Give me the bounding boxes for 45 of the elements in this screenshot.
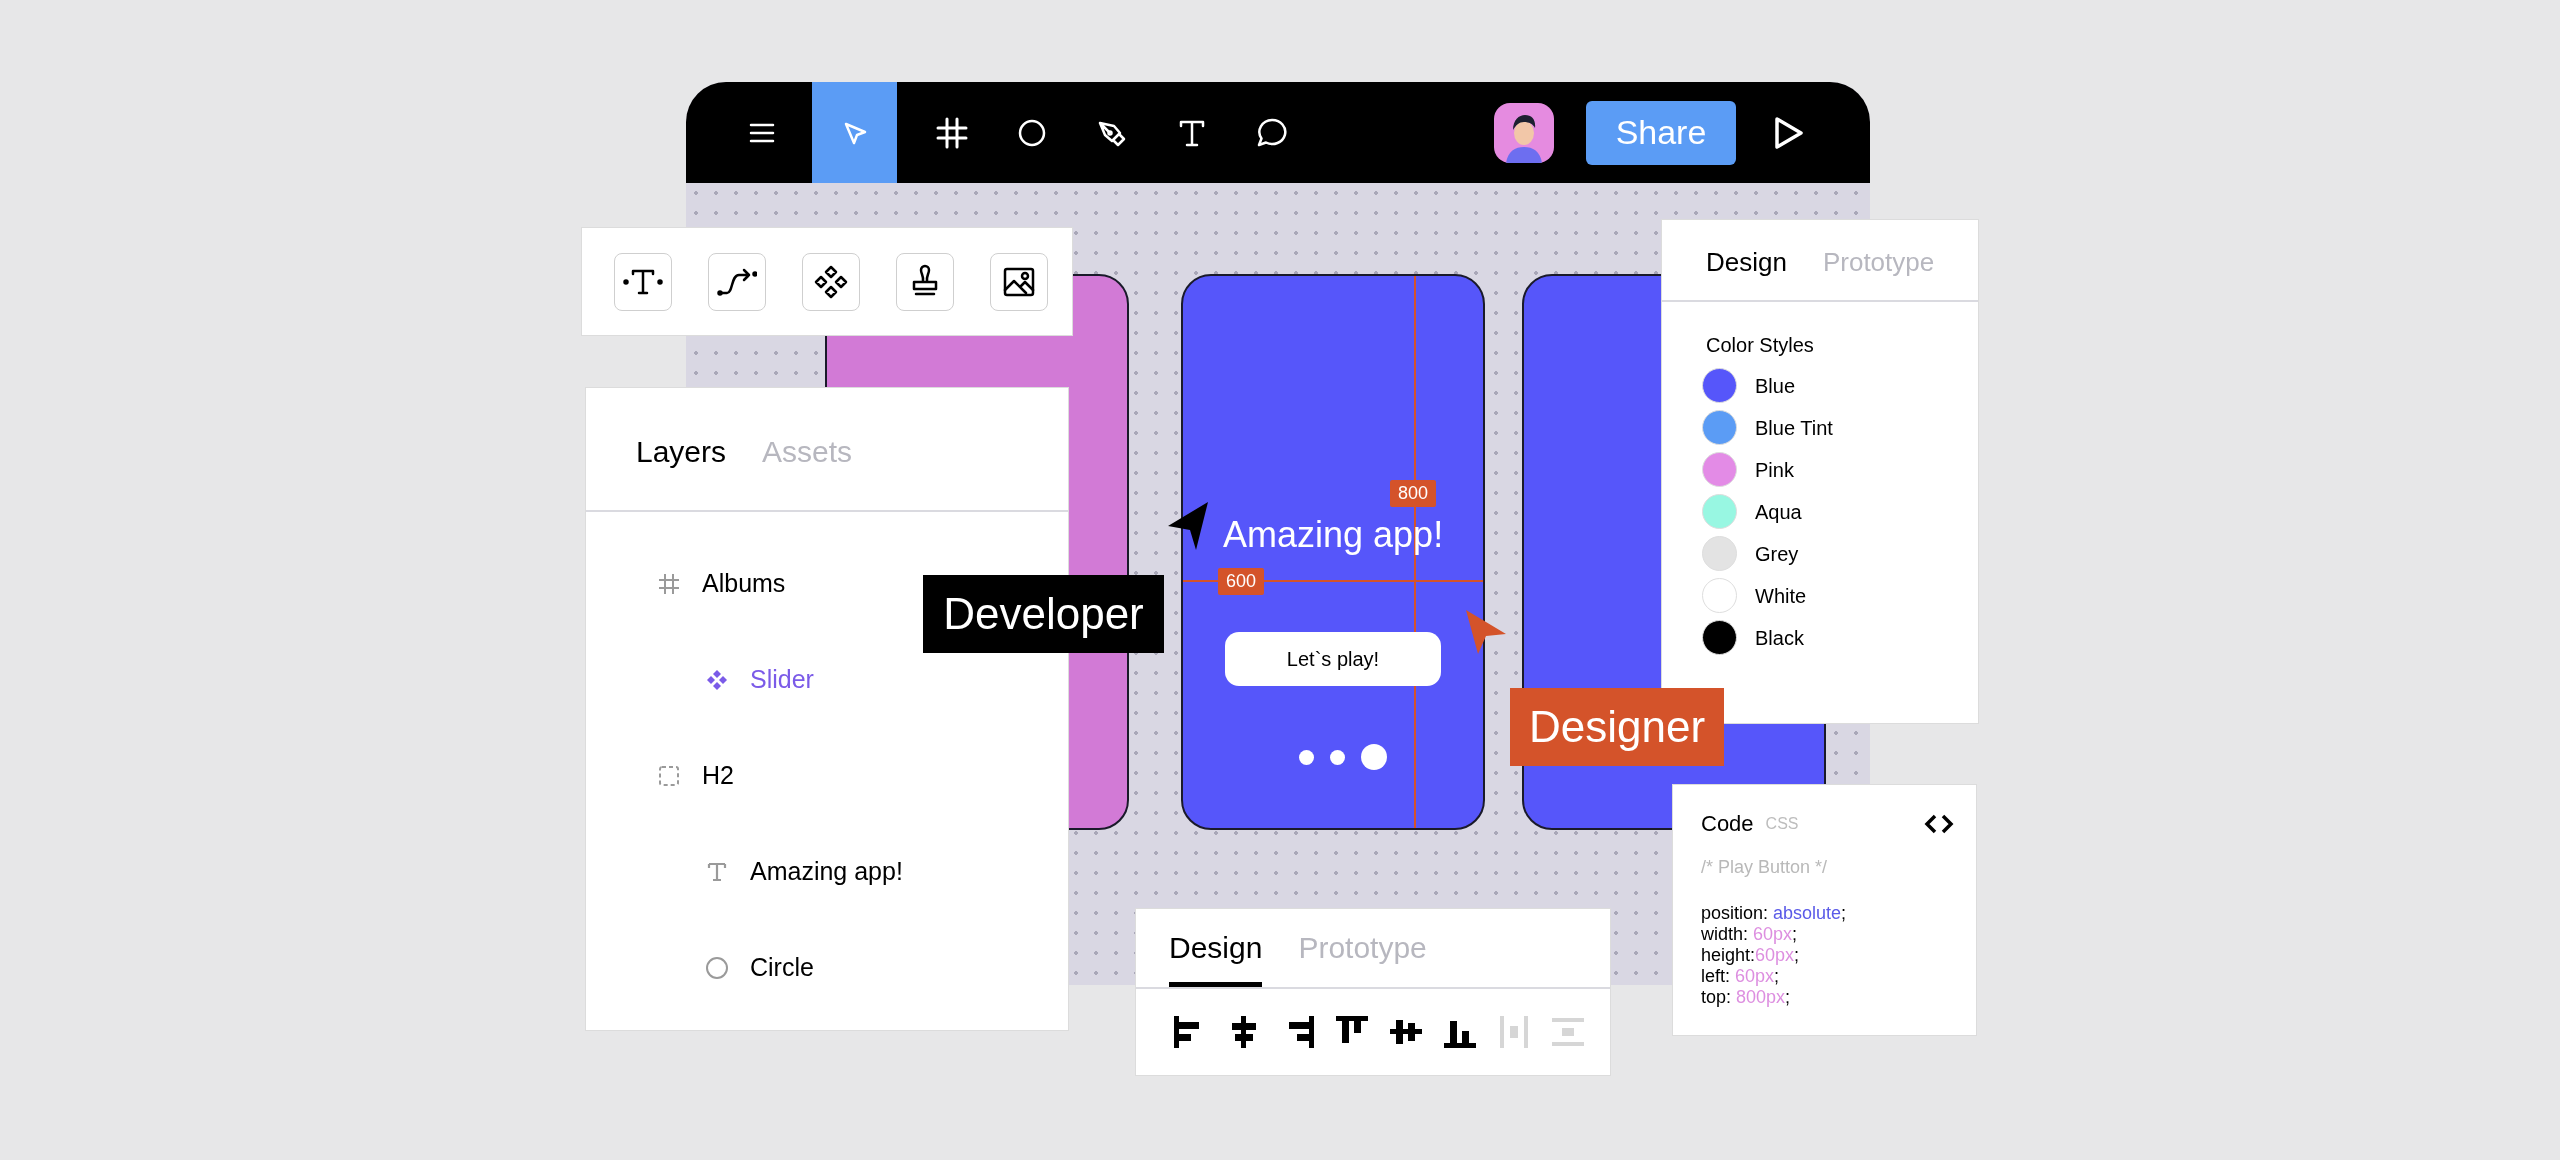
- circle-icon: [704, 955, 730, 981]
- layer-name[interactable]: Albums: [702, 565, 786, 603]
- color-swatch[interactable]: [1702, 368, 1737, 403]
- color-style-name: Grey: [1755, 541, 1799, 567]
- color-swatch[interactable]: [1702, 578, 1737, 613]
- tool-button[interactable]: [614, 252, 672, 311]
- code-line: width: 60px;: [1701, 924, 1799, 945]
- color-swatch[interactable]: [1702, 494, 1737, 529]
- color-style-name: Blue Tint: [1755, 415, 1833, 441]
- tool-button[interactable]: [802, 252, 860, 311]
- collaborator-label: Designer: [1510, 688, 1724, 766]
- measure-label: 600: [1218, 568, 1265, 595]
- color-swatch[interactable]: [1702, 536, 1737, 571]
- color-style-name: Blue: [1755, 373, 1796, 399]
- play-button[interactable]: Let`s play!: [1225, 632, 1441, 686]
- panel-tab[interactable]: Layers: [636, 429, 727, 474]
- language-label: CSS: [1765, 813, 1799, 834]
- code-line: height:60px;: [1701, 945, 1801, 966]
- dashed-square-icon: [656, 763, 682, 789]
- hash-icon: [656, 571, 682, 597]
- panel-tab[interactable]: Design: [1169, 925, 1263, 987]
- tool-button[interactable]: [708, 252, 766, 311]
- layer-name[interactable]: Amazing app!: [750, 853, 903, 891]
- measure-label: 800: [1390, 480, 1437, 507]
- panel-tab[interactable]: Design: [1706, 243, 1787, 282]
- color-swatch[interactable]: [1702, 452, 1737, 487]
- code-comment: /* Play Button */: [1701, 856, 1829, 879]
- color-style-name: Pink: [1755, 457, 1794, 483]
- color-swatch[interactable]: [1702, 410, 1737, 445]
- layer-name[interactable]: Slider: [750, 661, 814, 699]
- tool-button[interactable]: [896, 252, 954, 311]
- avatar[interactable]: [1494, 102, 1554, 163]
- layer-name[interactable]: H2: [702, 757, 734, 795]
- tool-button[interactable]: [990, 252, 1048, 311]
- code-line: left: 60px;: [1701, 966, 1781, 987]
- color-style-name: Aqua: [1755, 499, 1802, 525]
- panel-title: Code: [1701, 810, 1754, 838]
- collaborator-label: Developer: [923, 575, 1164, 653]
- color-style-name: Black: [1755, 625, 1804, 651]
- code-line: position: absolute;: [1701, 903, 1848, 924]
- layer-name[interactable]: Circle: [750, 949, 814, 987]
- section-title: Color Styles: [1706, 333, 1815, 358]
- code-line: top: 800px;: [1701, 987, 1792, 1008]
- color-swatch[interactable]: [1702, 620, 1737, 655]
- color-style-name: White: [1755, 583, 1807, 609]
